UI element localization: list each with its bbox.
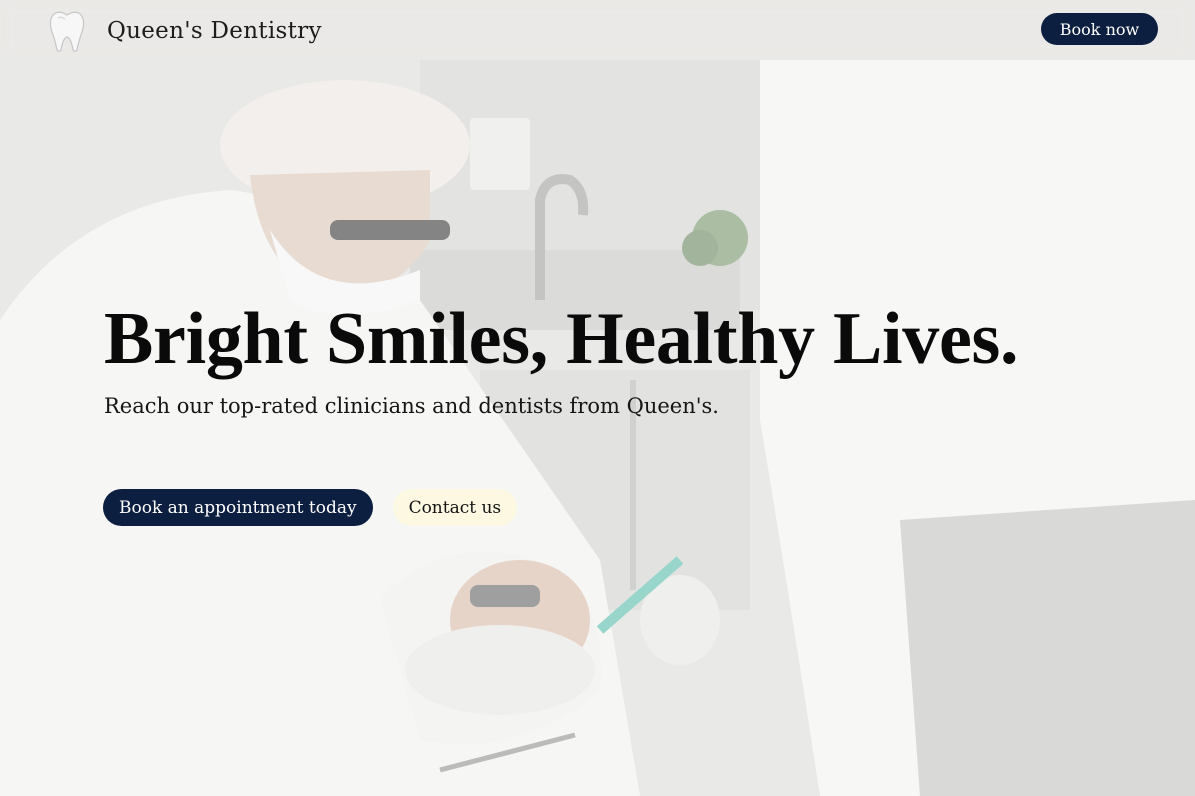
site-header: Queen's Dentistry Book now <box>0 0 1195 59</box>
hero-cta-group: Book an appointment today Contact us <box>103 489 518 526</box>
brand-name: Queen's Dentistry <box>107 18 322 44</box>
book-now-button[interactable]: Book now <box>1041 13 1158 45</box>
contact-us-button[interactable]: Contact us <box>392 489 518 526</box>
hero-title: Bright Smiles, Healthy Lives. <box>104 298 1019 380</box>
brand[interactable]: Queen's Dentistry <box>44 8 322 54</box>
tooth-icon <box>49 11 85 53</box>
hero-subtitle: Reach our top-rated clinicians and denti… <box>104 394 719 418</box>
book-appointment-button[interactable]: Book an appointment today <box>103 489 373 526</box>
